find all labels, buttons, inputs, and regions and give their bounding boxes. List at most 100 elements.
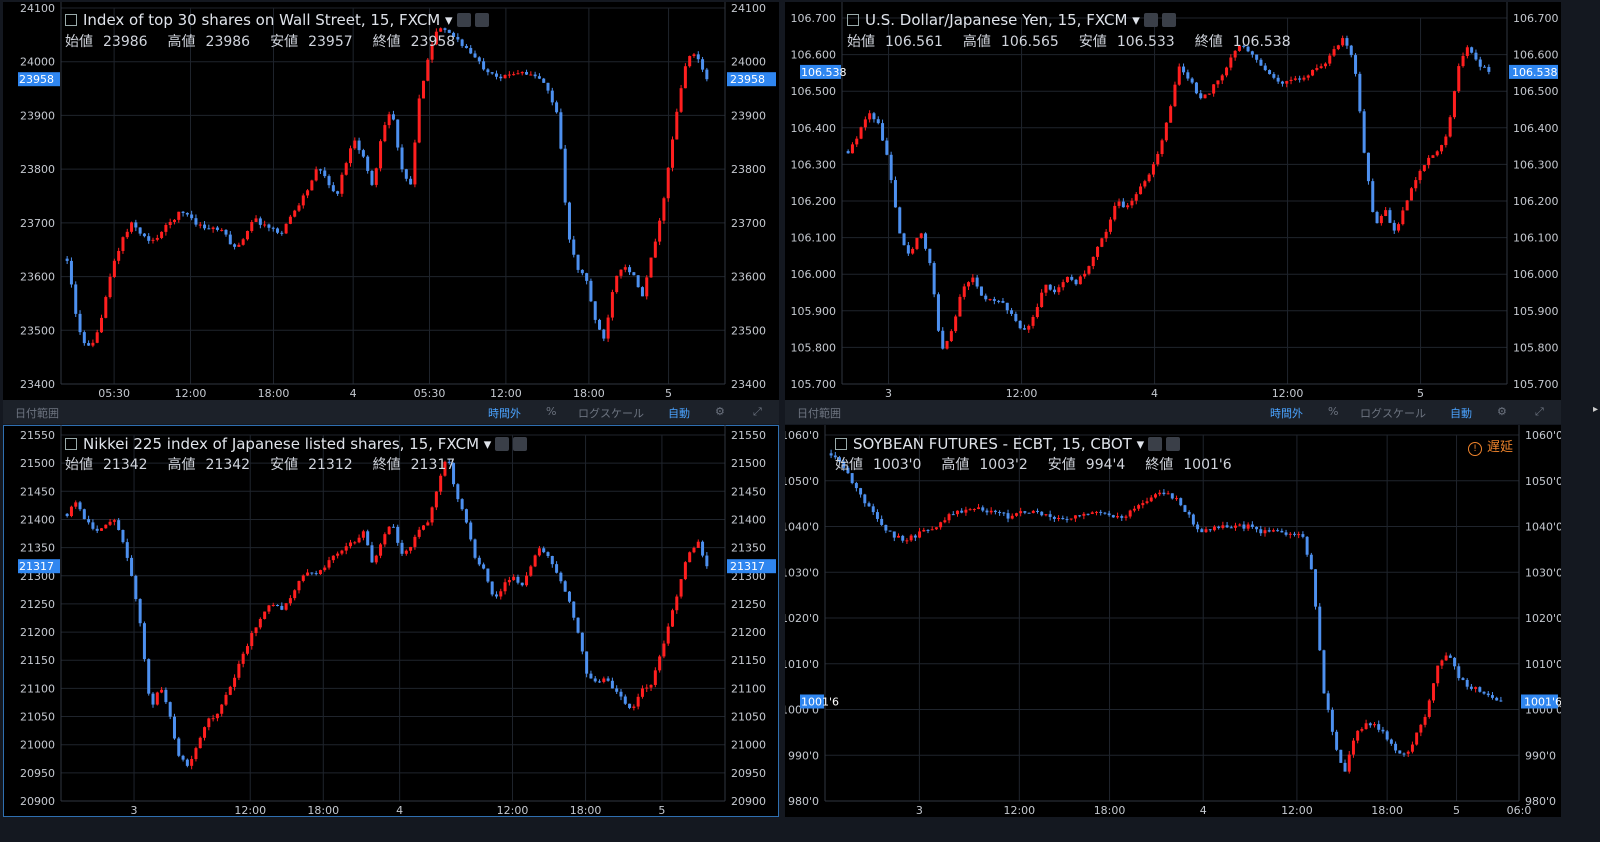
percent-button[interactable]: % bbox=[1328, 405, 1338, 418]
log-scale-button[interactable]: ログスケール bbox=[578, 405, 644, 421]
candle bbox=[975, 275, 979, 289]
settings-icon[interactable] bbox=[495, 437, 510, 451]
extended-hours-button[interactable]: 時間外 bbox=[1270, 405, 1303, 421]
candle bbox=[602, 676, 606, 684]
candle bbox=[460, 498, 464, 511]
candle bbox=[615, 275, 619, 294]
settings-icon[interactable] bbox=[1148, 437, 1163, 451]
x-tick-label: 18:00 bbox=[570, 804, 602, 817]
candle bbox=[276, 604, 280, 607]
gear-icon[interactable]: ⚙ bbox=[1497, 405, 1507, 418]
fullscreen-icon[interactable]: ⤢ bbox=[1535, 405, 1544, 419]
settings-icon[interactable] bbox=[456, 13, 471, 27]
date-range-button[interactable]: 日付範囲 bbox=[15, 405, 59, 421]
candle bbox=[1311, 69, 1315, 77]
candle bbox=[1302, 75, 1306, 82]
candle bbox=[546, 551, 550, 558]
candle bbox=[400, 144, 404, 173]
x-tick-label: 18:00 bbox=[1371, 804, 1403, 817]
price-badge-left: 21317 bbox=[18, 559, 60, 574]
candle bbox=[237, 660, 241, 681]
log-scale-button[interactable]: ログスケール bbox=[1360, 405, 1426, 421]
candle bbox=[1405, 199, 1409, 211]
y-tick-label-left: 980'0 bbox=[788, 795, 819, 808]
y-tick-label-right: 20950 bbox=[731, 767, 766, 780]
close-icon[interactable] bbox=[1161, 13, 1176, 27]
candle bbox=[361, 148, 365, 159]
price-badge-right: 1001'6 bbox=[1521, 694, 1561, 709]
chart-svg-usdjpy[interactable]: 106.700 106.700 106.600 106.600 106.500 106.5… bbox=[785, 2, 1561, 400]
candle bbox=[1229, 54, 1233, 71]
candle bbox=[1377, 720, 1381, 733]
candle bbox=[1153, 492, 1157, 499]
candle bbox=[888, 530, 892, 532]
candle bbox=[1031, 314, 1035, 329]
candle bbox=[1175, 495, 1179, 501]
symbol-title[interactable]: Index of top 30 shares on Wall Street, 1… bbox=[65, 10, 489, 30]
candle bbox=[1389, 738, 1393, 746]
chart-panel-nikkei[interactable]: 21550 21550 21500 21500 21450 21450 21400 21400… bbox=[3, 425, 779, 817]
y-tick-label-left: 20900 bbox=[20, 795, 55, 808]
candle bbox=[705, 67, 709, 82]
candle bbox=[640, 286, 644, 297]
candle bbox=[1402, 752, 1406, 757]
candle bbox=[671, 136, 675, 172]
candle bbox=[628, 703, 632, 710]
chart-svg-nikkei[interactable]: 21550 21550 21500 21500 21450 21450 21400 21400… bbox=[3, 425, 779, 817]
extended-hours-button[interactable]: 時間外 bbox=[488, 405, 521, 421]
candle bbox=[941, 327, 945, 350]
candle bbox=[897, 533, 900, 538]
candle bbox=[245, 643, 249, 656]
percent-button[interactable]: % bbox=[546, 405, 556, 418]
y-tick-label-left: 23800 bbox=[20, 163, 55, 176]
delay-indicator[interactable]: ! 遅延 bbox=[1468, 436, 1513, 456]
candle bbox=[555, 561, 559, 574]
candle bbox=[1134, 192, 1138, 205]
candle bbox=[1487, 64, 1491, 75]
candle bbox=[1246, 522, 1250, 531]
auto-scale-button[interactable]: 自動 bbox=[1450, 405, 1472, 421]
candle bbox=[979, 286, 983, 296]
collapse-arrow-icon[interactable]: ▸ bbox=[1593, 404, 1598, 415]
candle bbox=[1453, 656, 1457, 670]
gear-icon[interactable]: ⚙ bbox=[715, 405, 725, 418]
symbol-title[interactable]: Nikkei 225 index of Japanese listed shar… bbox=[65, 434, 528, 454]
candle bbox=[881, 119, 885, 141]
candle bbox=[1128, 509, 1132, 519]
candle bbox=[1096, 246, 1100, 260]
candle bbox=[477, 555, 481, 567]
y-tick-label-left: 21000 bbox=[20, 739, 55, 752]
y-tick-label-left: 21150 bbox=[20, 654, 55, 667]
collapse-icon[interactable] bbox=[65, 438, 77, 450]
chart-svg-soybean[interactable]: 1060'0 1060'0 1050'0 1050'0 1040'0 1040'0 1030… bbox=[785, 425, 1561, 817]
close-icon[interactable] bbox=[474, 13, 489, 27]
chart-panel-usdjpy[interactable]: 106.700 106.700 106.600 106.600 106.500 106.5… bbox=[785, 2, 1561, 400]
symbol-title[interactable]: U.S. Dollar/Japanese Yen, 15, FXCM ▾ bbox=[847, 10, 1176, 30]
fullscreen-icon[interactable]: ⤢ bbox=[753, 405, 762, 419]
chart-svg-dow[interactable]: 24100 24100 24000 24000 23900 23900 23800 23800… bbox=[3, 2, 779, 400]
candle bbox=[846, 149, 850, 154]
candle bbox=[95, 329, 99, 344]
candle bbox=[1090, 511, 1094, 515]
candle bbox=[598, 679, 602, 683]
candle bbox=[1078, 515, 1082, 518]
candle bbox=[1010, 513, 1014, 520]
candle bbox=[499, 588, 503, 600]
candle bbox=[666, 623, 670, 646]
collapse-icon[interactable] bbox=[847, 14, 859, 26]
symbol-title[interactable]: SOYBEAN FUTURES - ECBT, 15, CBOT ▾ bbox=[835, 434, 1181, 454]
candle bbox=[1343, 759, 1347, 772]
close-icon[interactable] bbox=[513, 437, 528, 451]
close-icon[interactable] bbox=[1166, 437, 1181, 451]
candle bbox=[456, 483, 460, 503]
chart-panel-dow[interactable]: 24100 24100 24000 24000 23900 23900 23800 23800… bbox=[3, 2, 779, 400]
candle bbox=[421, 524, 425, 531]
collapse-icon[interactable] bbox=[835, 438, 847, 450]
date-range-button[interactable]: 日付範囲 bbox=[797, 405, 841, 421]
settings-icon[interactable] bbox=[1143, 13, 1158, 27]
collapse-icon[interactable] bbox=[65, 14, 77, 26]
auto-scale-button[interactable]: 自動 bbox=[668, 405, 690, 421]
candle bbox=[1048, 284, 1052, 291]
chart-panel-soybean[interactable]: 1060'0 1060'0 1050'0 1050'0 1040'0 1040'0 1030… bbox=[785, 425, 1561, 817]
candle bbox=[464, 508, 468, 524]
